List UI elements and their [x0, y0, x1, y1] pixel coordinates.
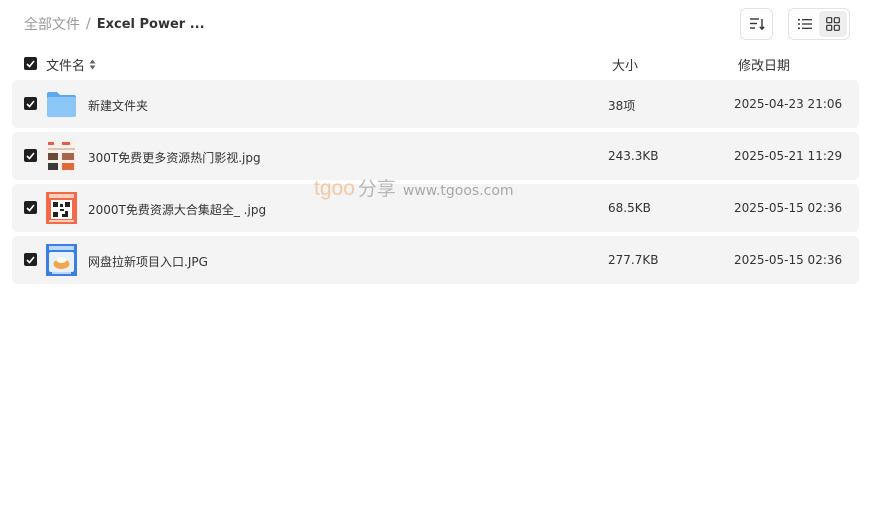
file-size: 38项	[608, 99, 636, 113]
checkmark-icon	[26, 59, 35, 68]
row-checkbox[interactable]	[24, 97, 37, 110]
file-name[interactable]: 300T免费更多资源热门影视.jpg	[88, 149, 261, 166]
image-thumbnail	[46, 140, 77, 172]
breadcrumb-separator: /	[86, 16, 91, 32]
column-header-name[interactable]: 文件名	[46, 55, 96, 74]
file-size: 243.3KB	[608, 149, 659, 163]
table-header: 文件名 大小 修改日期	[12, 52, 859, 76]
sort-updown-icon	[89, 59, 96, 70]
breadcrumb-current: Excel Power ...	[96, 16, 205, 32]
column-header-size[interactable]: 大小	[612, 55, 638, 74]
grid-view-icon	[826, 17, 840, 31]
row-checkbox[interactable]	[24, 253, 37, 266]
sort-icon	[749, 18, 765, 31]
table-row[interactable]: 300T免费更多资源热门影视.jpg 243.3KB 2025-05-21 11…	[12, 132, 859, 180]
checkmark-icon	[26, 203, 35, 212]
grid-view-button[interactable]	[819, 11, 847, 37]
list-view-button[interactable]	[791, 11, 819, 37]
list-view-icon	[798, 19, 812, 29]
view-toggle	[788, 8, 850, 40]
file-name[interactable]: 新建文件夹	[88, 97, 148, 114]
file-date: 2025-04-23 21:06	[734, 97, 843, 111]
file-date: 2025-05-15 02:36	[734, 201, 843, 215]
checkmark-icon	[26, 255, 35, 264]
folder-icon	[47, 92, 76, 117]
breadcrumb-root[interactable]: 全部文件	[24, 14, 80, 34]
file-name[interactable]: 2000T免费资源大合集超全_ .jpg	[88, 201, 266, 218]
file-size: 277.7KB	[608, 253, 659, 267]
checkmark-icon	[26, 151, 35, 160]
file-date: 2025-05-21 11:29	[734, 149, 843, 163]
file-name[interactable]: 网盘拉新项目入口.JPG	[88, 253, 208, 270]
table-row[interactable]: 新建文件夹 38项 2025-04-23 21:06	[12, 80, 859, 128]
checkmark-icon	[26, 99, 35, 108]
breadcrumb: 全部文件 / Excel Power ...	[24, 14, 205, 34]
sort-button[interactable]	[740, 8, 773, 40]
qr-code-thumbnail	[46, 192, 77, 224]
file-date: 2025-05-15 02:36	[734, 253, 843, 267]
image-thumbnail	[46, 244, 77, 276]
table-row[interactable]: 网盘拉新项目入口.JPG 277.7KB 2025-05-15 02:36	[12, 236, 859, 284]
column-name-label: 文件名	[46, 59, 86, 74]
table-row[interactable]: 2000T免费资源大合集超全_ .jpg 68.5KB 2025-05-15 0…	[12, 184, 859, 232]
column-header-date[interactable]: 修改日期	[738, 55, 790, 74]
row-checkbox[interactable]	[24, 201, 37, 214]
select-all-checkbox[interactable]	[24, 57, 37, 70]
row-checkbox[interactable]	[24, 149, 37, 162]
file-size: 68.5KB	[608, 201, 651, 215]
